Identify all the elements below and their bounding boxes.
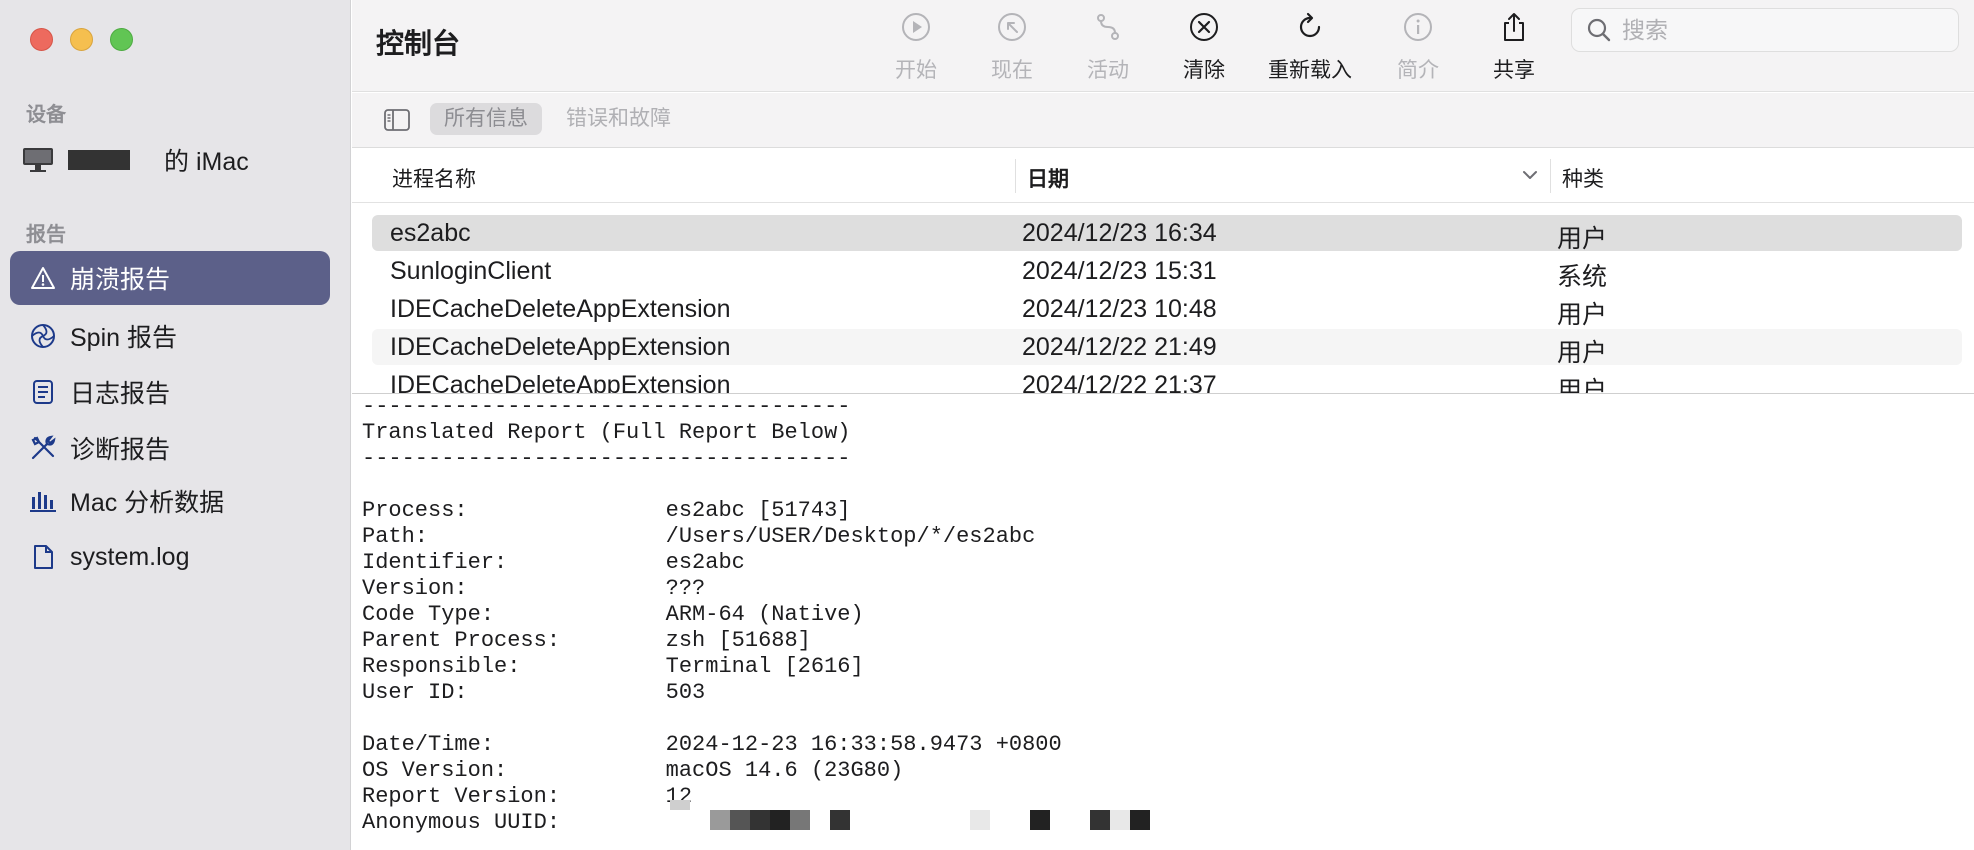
sidebar-item-label: 崩溃报告 bbox=[70, 266, 171, 294]
start-button[interactable]: 开始 bbox=[866, 10, 966, 84]
minimize-window-button[interactable] bbox=[70, 28, 93, 51]
redacted-uuid bbox=[1110, 810, 1130, 830]
table-row[interactable]: IDECacheDeleteAppExtension 2024/12/22 21… bbox=[372, 367, 1962, 393]
redacted-name bbox=[68, 150, 130, 170]
sidebar-item-label: Spin 报告 bbox=[70, 324, 177, 352]
chart-icon bbox=[28, 486, 58, 516]
redacted-uuid bbox=[790, 810, 810, 830]
redacted-uuid bbox=[1090, 810, 1110, 830]
activity-button[interactable]: 活动 bbox=[1058, 10, 1158, 84]
redacted-uuid bbox=[1130, 810, 1150, 830]
device-name: 的 iMac bbox=[164, 148, 249, 176]
imac-icon bbox=[23, 148, 53, 172]
search-input[interactable] bbox=[1622, 16, 1942, 44]
sidebar-item-label: 诊断报告 bbox=[70, 436, 171, 464]
redacted-uuid bbox=[970, 810, 990, 830]
reload-button[interactable]: 重新载入 bbox=[1260, 10, 1360, 84]
sidebar-item-diagnostic-reports[interactable]: 诊断报告 bbox=[10, 421, 330, 475]
sidebar-item-crash-reports[interactable]: 崩溃报告 bbox=[10, 251, 330, 305]
sidebar-item-label: 日志报告 bbox=[70, 380, 171, 408]
column-divider[interactable] bbox=[1015, 159, 1016, 193]
column-header-kind[interactable]: 种类 bbox=[1562, 163, 1604, 193]
file-icon bbox=[28, 542, 58, 572]
console-window: 设备 的 iMac 报告 崩溃报告 Spin 报告 日志报告 诊断报告 Mac … bbox=[0, 0, 1974, 850]
chevron-down-icon[interactable] bbox=[1522, 169, 1538, 181]
report-section-title: 报告 bbox=[26, 224, 66, 246]
report-view[interactable]: ------------------------------------- Tr… bbox=[352, 393, 1974, 850]
redacted-uuid bbox=[770, 810, 790, 830]
filter-bar: 所有信息 错误和故障 bbox=[352, 93, 1974, 148]
redacted-uuid bbox=[730, 810, 750, 830]
column-divider[interactable] bbox=[1550, 159, 1551, 193]
table-header: 进程名称 日期 种类 bbox=[352, 149, 1974, 203]
redacted-uuid bbox=[670, 800, 690, 810]
play-circle-icon bbox=[899, 10, 933, 44]
filter-errors-faults[interactable]: 错误和故障 bbox=[552, 103, 685, 135]
table-row[interactable]: IDECacheDeleteAppExtension 2024/12/22 21… bbox=[372, 329, 1962, 367]
search-icon bbox=[1587, 18, 1611, 42]
sidebar-item-label: system.log bbox=[70, 542, 190, 571]
sidebar-item-system-log[interactable]: system.log bbox=[10, 530, 330, 584]
sidebar-item-log-reports[interactable]: 日志报告 bbox=[10, 365, 330, 419]
reports-table: es2abc 2024/12/23 16:34 用户 SunloginClien… bbox=[352, 203, 1974, 393]
column-header-process[interactable]: 进程名称 bbox=[392, 163, 476, 193]
redacted-uuid bbox=[710, 810, 730, 830]
redacted-uuid bbox=[1030, 810, 1050, 830]
activity-path-icon bbox=[1091, 10, 1125, 44]
report-text: ------------------------------------- Tr… bbox=[362, 394, 1062, 835]
sidebar-item-spin-reports[interactable]: Spin 报告 bbox=[10, 309, 330, 363]
sidebar-item-label: Mac 分析数据 bbox=[70, 489, 225, 517]
search-field[interactable] bbox=[1571, 8, 1959, 52]
device-section-title: 设备 bbox=[26, 104, 66, 126]
toolbar: 控制台 开始 现在 活动 清除 重新载入 简介 共享 搜索 bbox=[352, 0, 1974, 92]
filter-all-messages[interactable]: 所有信息 bbox=[430, 103, 542, 135]
table-row[interactable]: SunloginClient 2024/12/23 15:31 系统 bbox=[372, 253, 1962, 291]
sidebar-toggle-icon[interactable] bbox=[384, 108, 410, 132]
sidebar: 设备 的 iMac 报告 崩溃报告 Spin 报告 日志报告 诊断报告 Mac … bbox=[0, 0, 351, 850]
column-header-date[interactable]: 日期 bbox=[1027, 163, 1069, 193]
x-circle-icon bbox=[1187, 10, 1221, 44]
device-item[interactable]: 的 iMac bbox=[22, 140, 249, 180]
info-circle-icon bbox=[1401, 10, 1435, 44]
maximize-window-button[interactable] bbox=[110, 28, 133, 51]
share-icon bbox=[1497, 10, 1531, 44]
app-title: 控制台 bbox=[376, 28, 461, 59]
share-button[interactable]: 共享 bbox=[1464, 10, 1564, 84]
tools-icon bbox=[28, 433, 58, 463]
sidebar-item-mac-analytics[interactable]: Mac 分析数据 bbox=[10, 474, 330, 528]
now-button[interactable]: 现在 bbox=[962, 10, 1062, 84]
warning-icon bbox=[28, 263, 58, 293]
window-controls bbox=[30, 28, 133, 51]
table-row[interactable]: es2abc 2024/12/23 16:34 用户 bbox=[372, 215, 1962, 253]
spin-icon bbox=[28, 321, 58, 351]
arrow-up-left-circle-icon bbox=[995, 10, 1029, 44]
close-window-button[interactable] bbox=[30, 28, 53, 51]
table-row[interactable]: IDECacheDeleteAppExtension 2024/12/23 10… bbox=[372, 291, 1962, 329]
redacted-uuid bbox=[750, 810, 770, 830]
document-icon bbox=[28, 377, 58, 407]
redacted-uuid bbox=[830, 810, 850, 830]
reload-icon bbox=[1293, 10, 1327, 44]
info-button[interactable]: 简介 bbox=[1368, 10, 1468, 84]
clear-button[interactable]: 清除 bbox=[1154, 10, 1254, 84]
